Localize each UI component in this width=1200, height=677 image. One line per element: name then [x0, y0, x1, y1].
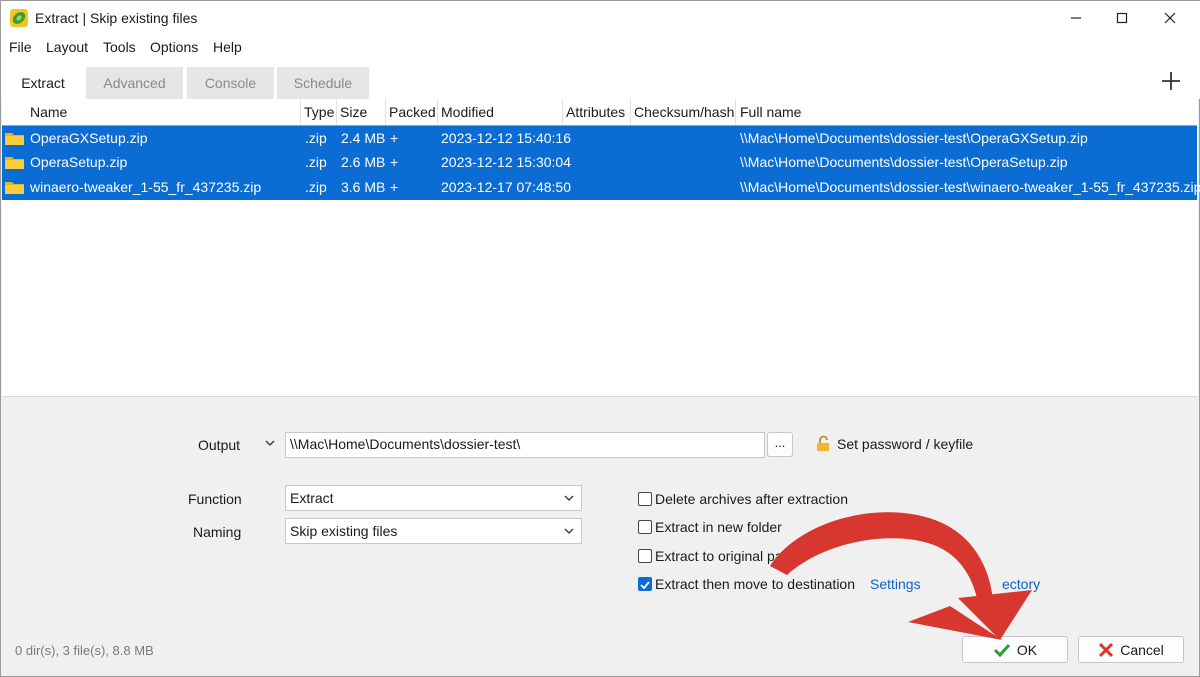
file-modified: 2023-12-17 07:48:50 — [441, 179, 571, 195]
file-type: .zip — [305, 179, 327, 195]
x-icon — [1099, 642, 1114, 657]
settings-link[interactable]: Settings — [870, 576, 921, 592]
minimize-button[interactable] — [1053, 1, 1099, 35]
file-name: winaero-tweaker_1-55_fr_437235.zip — [30, 179, 262, 195]
file-name: OperaGXSetup.zip — [30, 130, 148, 146]
naming-select[interactable]: Skip existing files — [285, 518, 582, 544]
folder-icon — [5, 157, 24, 169]
delete-archives-checkbox[interactable] — [638, 492, 652, 506]
ok-label: OK — [1016, 641, 1038, 658]
menu-bar: File Layout Tools Options Help — [1, 35, 1200, 59]
extract-new-folder-checkbox[interactable] — [638, 520, 652, 534]
chevron-down-icon — [564, 528, 574, 534]
extract-original-path-label: Extract to original path — [655, 548, 795, 564]
function-label: Function — [188, 491, 242, 507]
col-type[interactable]: Type — [304, 104, 334, 120]
lock-icon — [817, 435, 829, 451]
file-size: 2.6 MB — [341, 154, 386, 170]
maximize-button[interactable] — [1099, 1, 1145, 35]
file-name: OperaSetup.zip — [30, 154, 128, 170]
chevron-down-icon[interactable] — [264, 438, 276, 448]
col-packed[interactable]: Packed — [389, 104, 436, 120]
settings-link-tail[interactable]: ectory — [1002, 576, 1040, 592]
menu-options[interactable]: Options — [150, 39, 198, 55]
tab-extract[interactable]: Extract — [1, 67, 85, 99]
file-modified: 2023-12-12 15:30:04 — [441, 154, 571, 170]
file-full-name: \\Mac\Home\Documents\dossier-test\winaer… — [740, 179, 1200, 195]
file-size: 2.4 MB — [341, 130, 386, 146]
delete-archives-label: Delete archives after extraction — [655, 491, 848, 507]
menu-layout[interactable]: Layout — [46, 39, 88, 55]
col-checksum[interactable]: Checksum/hash — [634, 104, 734, 120]
tab-advanced[interactable]: Advanced — [86, 67, 183, 99]
list-item[interactable]: OperaGXSetup.zip .zip 2.4 MB + 2023-12-1… — [2, 125, 1197, 150]
extract-then-move-label: Extract then move to destination — [655, 576, 855, 592]
function-value: Extract — [290, 490, 334, 506]
tab-console[interactable]: Console — [187, 67, 274, 99]
close-icon — [1164, 12, 1176, 24]
file-packed: + — [390, 179, 399, 195]
chevron-down-icon — [564, 495, 574, 501]
file-size: 3.6 MB — [341, 179, 386, 195]
file-full-name: \\Mac\Home\Documents\dossier-test\OperaS… — [740, 154, 1068, 170]
extract-then-move-checkbox[interactable] — [638, 577, 652, 591]
col-attributes[interactable]: Attributes — [566, 104, 625, 120]
file-type: .zip — [305, 154, 327, 170]
status-text: 0 dir(s), 3 file(s), 8.8 MB — [15, 643, 154, 658]
minimize-icon — [1071, 17, 1081, 19]
list-item[interactable]: winaero-tweaker_1-55_fr_437235.zip .zip … — [2, 175, 1200, 200]
file-full-name: \\Mac\Home\Documents\dossier-test\OperaG… — [740, 130, 1088, 146]
function-select[interactable]: Extract — [285, 485, 582, 511]
file-modified: 2023-12-12 15:40:16 — [441, 130, 571, 146]
col-full-name[interactable]: Full name — [740, 104, 801, 120]
file-type: .zip — [305, 130, 327, 146]
checkmark-icon — [993, 643, 1010, 657]
menu-help[interactable]: Help — [213, 39, 242, 55]
close-button[interactable] — [1147, 1, 1193, 35]
file-packed: + — [390, 154, 399, 170]
tab-schedule[interactable]: Schedule — [277, 67, 369, 99]
title-bar: Extract | Skip existing files — [1, 1, 1200, 35]
checkmark-icon — [640, 581, 650, 590]
file-list[interactable]: Name Type Size Packed Modified Attribute… — [2, 99, 1200, 397]
output-path-field[interactable]: \\Mac\Home\Documents\dossier-test\ — [285, 432, 765, 458]
extract-window: Extract | Skip existing files File Layou… — [0, 0, 1200, 677]
browse-button[interactable]: ... — [767, 432, 793, 457]
cancel-label: Cancel — [1120, 641, 1164, 658]
menu-file[interactable]: File — [9, 39, 32, 55]
file-packed: + — [390, 130, 399, 146]
col-size[interactable]: Size — [340, 104, 367, 120]
plus-icon[interactable] — [1159, 69, 1183, 93]
window-title: Extract | Skip existing files — [35, 10, 198, 26]
cancel-button[interactable]: Cancel — [1078, 636, 1184, 663]
menu-tools[interactable]: Tools — [103, 39, 136, 55]
folder-icon — [5, 133, 24, 145]
extract-original-path-checkbox[interactable] — [638, 549, 652, 563]
naming-label: Naming — [193, 524, 242, 540]
extract-new-folder-label: Extract in new folder — [655, 519, 782, 535]
maximize-icon — [1116, 12, 1128, 24]
app-icon — [10, 9, 28, 27]
tab-strip: Extract Advanced Console Schedule — [1, 59, 1200, 99]
ok-button[interactable]: OK — [962, 636, 1068, 663]
list-item[interactable]: OperaSetup.zip .zip 2.6 MB + 2023-12-12 … — [2, 150, 1197, 175]
output-label: Output — [198, 437, 241, 453]
col-modified[interactable]: Modified — [441, 104, 494, 120]
col-name[interactable]: Name — [30, 104, 67, 120]
naming-value: Skip existing files — [290, 523, 398, 539]
set-password-link[interactable]: Set password / keyfile — [837, 436, 973, 452]
folder-icon — [5, 182, 24, 194]
